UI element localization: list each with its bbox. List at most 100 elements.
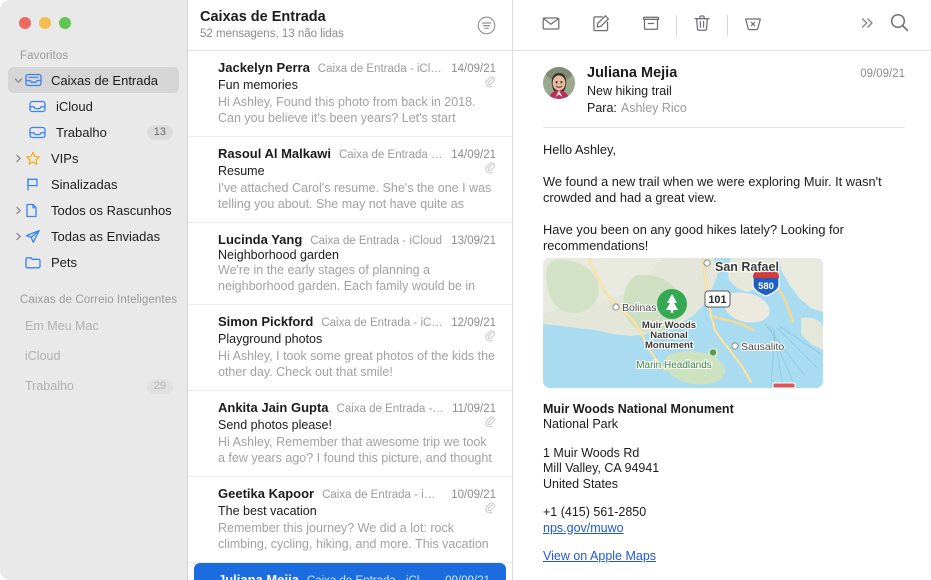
more-button[interactable] <box>851 10 883 40</box>
chevron-right-icon[interactable] <box>12 232 25 241</box>
message-view: Juliana Mejia 09/09/21 New hiking trail … <box>513 51 931 580</box>
mark-unread-button[interactable] <box>535 10 567 40</box>
message-subject-row: Neighborhood garden <box>218 248 496 262</box>
toolbar <box>513 0 931 51</box>
message-subject-row: Send photos please! <box>218 416 496 434</box>
mailbox-title-block: Caixas de Entrada 52 mensagens, 13 não l… <box>200 9 474 42</box>
chevron-down-icon[interactable] <box>12 76 25 85</box>
avatar <box>543 67 575 99</box>
junk-button[interactable] <box>737 10 769 40</box>
svg-text:San Rafael: San Rafael <box>715 260 779 274</box>
recipient-label: Para: <box>587 101 617 115</box>
draft-icon <box>25 203 47 218</box>
message-list-item[interactable]: Jackelyn Perra Caixa de Entrada - iCloud… <box>188 51 512 137</box>
flag-icon <box>25 177 47 192</box>
attachment-icon <box>485 502 496 520</box>
compose-icon <box>591 13 611 38</box>
message-sender-name: Juliana Mejia <box>587 65 678 81</box>
place-website-link[interactable]: nps.gov/muwo <box>543 521 624 535</box>
message-meta-row: Juliana Mejia Caixa de Entrada - iCloud … <box>218 572 490 580</box>
message-list[interactable]: Jackelyn Perra Caixa de Entrada - iCloud… <box>188 51 512 580</box>
sidebar-item-caixas-de-entrada[interactable]: Caixas de Entrada <box>8 67 179 93</box>
message-mailbox: Caixa de Entrada - iCloud <box>307 575 437 580</box>
message-preview: Hi Ashley, I took some great photos of t… <box>218 349 496 379</box>
message-sender: Jackelyn Perra <box>218 60 310 75</box>
message-meta-row: Geetika Kapoor Caixa de Entrada - iCloud… <box>218 486 496 501</box>
sidebar-section-smart-mailboxes: Caixas de Correio Inteligentes <box>20 294 178 306</box>
inboxes-icon <box>25 73 47 87</box>
message-subject: Resume <box>218 164 265 178</box>
mailbox-status: 52 mensagens, 13 não lidas <box>200 27 344 40</box>
place-details: Muir Woods National Monument National Pa… <box>543 402 905 565</box>
message-meta-row: Jackelyn Perra Caixa de Entrada - iCloud… <box>218 60 496 75</box>
message-sender: Juliana Mejia <box>218 572 299 580</box>
search-icon <box>889 12 910 38</box>
search-button[interactable] <box>883 10 915 40</box>
toolbar-separator <box>727 14 728 36</box>
message-list-item[interactable]: Lucinda Yang Caixa de Entrada - iCloud 1… <box>188 223 512 305</box>
archive-icon <box>641 13 661 38</box>
message-preview: Hi Ashley, Found this photo from back in… <box>218 95 476 125</box>
recipient-value[interactable]: Ashley Rico <box>621 101 687 115</box>
sidebar-item-smart-icloud[interactable]: iCloud <box>8 341 179 371</box>
sidebar-item-smart-trabalho[interactable]: Trabalho 29 <box>8 371 179 401</box>
envelope-icon <box>541 13 561 38</box>
message-list-item-selected[interactable]: Juliana Mejia Caixa de Entrada - iCloud … <box>194 563 506 580</box>
message-preview: We're in the early stages of planning a … <box>218 263 476 293</box>
place-address-line: 1 Muir Woods Rd <box>543 445 640 460</box>
sidebar-item-vips[interactable]: VIPs <box>8 145 179 171</box>
place-address-line: United States <box>543 476 619 491</box>
delete-button[interactable] <box>686 10 718 40</box>
sidebar-item-em-meu-mac[interactable]: Em Meu Mac <box>8 311 179 341</box>
message-list-item[interactable]: Geetika Kapoor Caixa de Entrada - iCloud… <box>188 477 512 563</box>
unread-badge: 13 <box>146 124 173 140</box>
map-attachment[interactable]: 101 580 San Rafael Bolinas Sausalito Mar… <box>543 257 823 388</box>
message-mailbox: Caixa de Entrada - iCloud <box>310 235 442 247</box>
zoom-button[interactable] <box>59 17 71 29</box>
message-subject-row: Fun memories <box>218 76 496 94</box>
minimize-button[interactable] <box>39 17 51 29</box>
message-list-pane: Caixas de Entrada 52 mensagens, 13 não l… <box>188 0 513 580</box>
window-controls <box>0 0 187 44</box>
message-mailbox: Caixa de Entrada - iCloud <box>321 317 444 329</box>
message-subject-row: The best vacation <box>218 502 496 520</box>
sender-row: Juliana Mejia 09/09/21 <box>587 65 905 81</box>
message-date: 12/09/21 <box>451 317 496 329</box>
message-subject: The best vacation <box>218 504 317 518</box>
attachment-icon <box>485 330 496 348</box>
body-paragraph: Have you been on any good hikes lately? … <box>543 221 844 254</box>
message-list-item[interactable]: Rasoul Al Malkawi Caixa de Entrada - i… … <box>188 137 512 223</box>
sidebar-item-pets[interactable]: Pets <box>8 249 179 275</box>
mail-window: Favoritos Caixas de Entrada iCloud Traba… <box>0 0 931 580</box>
message-list-item[interactable]: Ankita Jain Gupta Caixa de Entrada - iC…… <box>188 391 512 477</box>
close-button[interactable] <box>19 17 31 29</box>
body-paragraph: We found a new trail when we were explor… <box>543 173 882 206</box>
compose-button[interactable] <box>585 10 617 40</box>
sidebar-item-todos-os-rascunhos[interactable]: Todos os Rascunhos <box>8 197 179 223</box>
sidebar-item-label: Em Meu Mac <box>25 319 99 333</box>
sidebar-item-sinalizadas[interactable]: Sinalizadas <box>8 171 179 197</box>
message-subject: Fun memories <box>218 78 298 92</box>
message-list-item[interactable]: Simon Pickford Caixa de Entrada - iCloud… <box>188 305 512 391</box>
sidebar-item-icloud[interactable]: iCloud <box>8 93 179 119</box>
sidebar-item-label: Trabalho <box>25 379 74 393</box>
svg-text:101: 101 <box>708 294 726 306</box>
place-address-line: Mill Valley, CA 94941 <box>543 461 660 475</box>
message-subject: Neighborhood garden <box>218 248 339 262</box>
mailbox-title: Caixas de Entrada <box>200 8 326 25</box>
filter-icon[interactable] <box>474 13 498 37</box>
sidebar-item-todas-as-enviadas[interactable]: Todas as Enviadas <box>8 223 179 249</box>
toolbar-separator <box>676 14 677 36</box>
place-name: Muir Woods National Monument <box>543 401 734 416</box>
message-sender: Simon Pickford <box>218 314 314 329</box>
unread-badge: 29 <box>146 378 173 394</box>
view-on-apple-maps-link[interactable]: View on Apple Maps <box>543 549 656 563</box>
sidebar-item-trabalho[interactable]: Trabalho 13 <box>8 119 179 145</box>
message-subject: Send photos please! <box>218 418 332 432</box>
message-subject-row: Playground photos <box>218 330 496 348</box>
message-preview: Remember this journey? We did a lot: roc… <box>218 521 489 551</box>
chevron-right-icon[interactable] <box>12 154 25 163</box>
inbox-icon <box>29 126 51 139</box>
chevron-right-icon[interactable] <box>12 206 25 215</box>
archive-button[interactable] <box>635 10 667 40</box>
